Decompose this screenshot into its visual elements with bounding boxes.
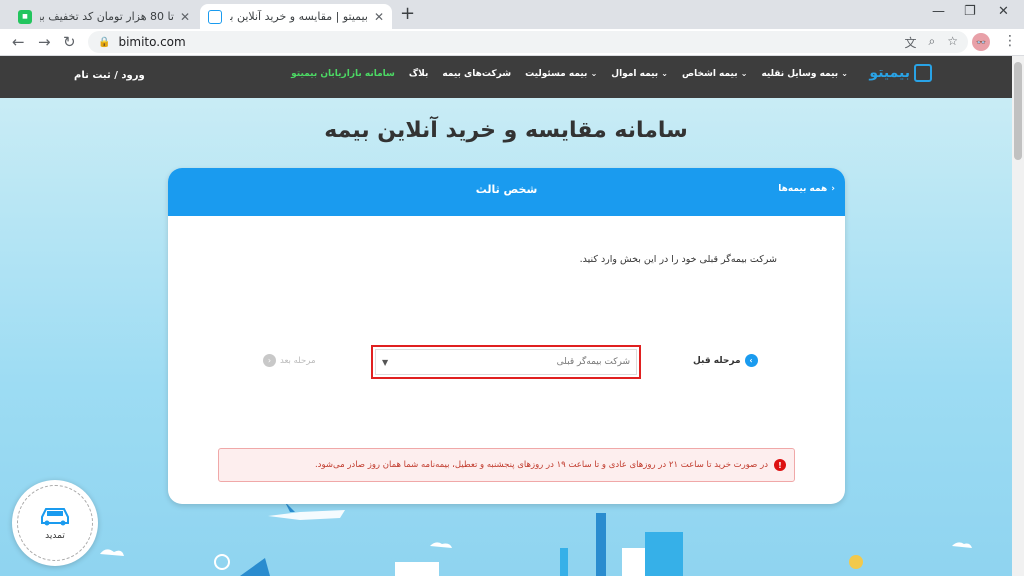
chevron-right-icon: ‹ <box>831 184 835 194</box>
nav-label: بیمه اموال <box>611 69 659 79</box>
logo-icon <box>914 64 932 82</box>
nav-label: بیمه وسایل نقلیه <box>761 69 839 79</box>
page-title: سامانه مقایسه و خرید آنلاین بیمه <box>324 118 688 143</box>
chevron-down-icon: ⌄ <box>661 69 668 78</box>
back-link-label: همه بیمه‌ها <box>778 184 828 194</box>
select-placeholder: شرکت بیمه‌گر قبلی <box>556 357 630 367</box>
chevron-right-circle-icon: › <box>744 354 758 367</box>
translate-icon[interactable]: 文 <box>904 34 916 51</box>
next-step-button[interactable]: مرحله بعد ‹ <box>263 354 316 367</box>
nav-personal-insurance[interactable]: بیمه اشخاص ⌄ <box>682 69 747 79</box>
lock-icon[interactable]: 🔒 <box>98 37 110 48</box>
nav-blog[interactable]: بلاگ <box>409 69 428 79</box>
nav-marketers[interactable]: سامانه بازاریابان بیمیتو <box>291 69 395 79</box>
chevron-left-circle-icon: ‹ <box>263 354 276 367</box>
nav-liability-insurance[interactable]: بیمه مسئولیت ⌄ <box>525 69 597 79</box>
card-header: شخص ثالث ‹ همه بیمه‌ها <box>168 168 845 216</box>
site-header: بیمیتو بیمه وسایل نقلیه ⌄ بیمه اشخاص ⌄ ب… <box>0 56 1012 98</box>
nav-label: بیمه مسئولیت <box>525 69 588 79</box>
previous-step-button[interactable]: › مرحله قبل <box>693 354 758 367</box>
close-tab-icon[interactable]: ✕ <box>374 10 384 24</box>
issuance-notice: ! در صورت خرید تا ساعت ۲۱ در روزهای عادی… <box>218 448 795 482</box>
nav-label: بیمه اشخاص <box>682 69 738 79</box>
page-content: سامانه مقایسه و خرید آنلاین بیمه شخص ثال… <box>0 98 1012 576</box>
logo-text: بیمیتو <box>869 65 910 81</box>
browser-tab-bar: ■ تا 80 هزار تومان کد تخفیف بیمیتو ب ✕ ب… <box>0 0 1024 29</box>
reload-icon[interactable]: ↻ <box>63 33 76 51</box>
bookmark-star-icon[interactable]: ☆ <box>947 34 958 51</box>
browser-toolbar: ← → ↻ 🔒 bimito.com 文 ⌕ ☆ <box>0 29 1024 56</box>
next-step-label: مرحله بعد <box>280 355 316 366</box>
window-close-icon[interactable]: ✕ <box>998 4 1009 19</box>
tab-favicon-icon: ■ <box>18 9 32 24</box>
chevron-down-icon: ⌄ <box>841 69 848 78</box>
address-bar[interactable]: 🔒 bimito.com 文 ⌕ ☆ <box>88 31 968 53</box>
renew-ring <box>17 485 93 561</box>
close-tab-icon[interactable]: ✕ <box>180 10 190 24</box>
nav-property-insurance[interactable]: بیمه اموال ⌄ <box>611 69 668 79</box>
main-nav: بیمه وسایل نقلیه ⌄ بیمه اشخاص ⌄ بیمه امو… <box>291 69 848 79</box>
insurance-form-card: شخص ثالث ‹ همه بیمه‌ها شرکت بیمه‌گر قبلی… <box>168 168 845 504</box>
alert-icon: ! <box>774 459 786 471</box>
site-logo[interactable]: بیمیتو <box>869 64 932 82</box>
new-tab-button[interactable]: + <box>400 4 415 24</box>
browser-tab-coupon[interactable]: ■ تا 80 هزار تومان کد تخفیف بیمیتو ب ✕ <box>10 4 198 29</box>
chevron-down-icon: ⌄ <box>590 69 598 78</box>
browser-tab-bimito[interactable]: بیمیتو | مقایسه و خرید آنلاین بیمه ✕ <box>200 4 392 29</box>
back-icon[interactable]: ← <box>12 33 25 51</box>
nav-insurance-companies[interactable]: شرکت‌های بیمه <box>442 69 511 79</box>
zoom-icon[interactable]: ⌕ <box>929 34 936 51</box>
previous-insurer-select[interactable]: ▼ شرکت بیمه‌گر قبلی <box>371 345 641 379</box>
page-scrollbar[interactable] <box>1012 56 1024 576</box>
minimize-icon[interactable]: — <box>932 4 945 19</box>
city-illustration <box>100 502 972 576</box>
previous-step-label: مرحله قبل <box>693 355 741 366</box>
forward-icon[interactable]: → <box>38 33 51 51</box>
tab-favicon-icon <box>208 9 222 24</box>
url-text: bimito.com <box>118 35 186 49</box>
all-insurances-link[interactable]: ‹ همه بیمه‌ها <box>778 184 835 194</box>
instruction-text: شرکت بیمه‌گر قبلی خود را در این بخش وارد… <box>579 254 777 265</box>
scrollbar-thumb[interactable] <box>1014 62 1022 160</box>
profile-avatar[interactable]: 👓 <box>972 33 990 51</box>
tab-title: بیمیتو | مقایسه و خرید آنلاین بیمه <box>230 10 368 23</box>
maximize-icon[interactable]: ❐ <box>964 4 976 19</box>
tab-title: تا 80 هزار تومان کد تخفیف بیمیتو ب <box>40 10 174 23</box>
card-title: شخص ثالث <box>475 183 538 196</box>
login-register-link[interactable]: ورود / ثبت نام <box>74 70 145 81</box>
nav-vehicle-insurance[interactable]: بیمه وسایل نقلیه ⌄ <box>761 69 848 79</box>
notice-text: در صورت خرید تا ساعت ۲۱ در روزهای عادی و… <box>314 460 768 470</box>
browser-menu-icon[interactable]: ⋮ <box>1003 33 1017 49</box>
renew-badge[interactable]: تمدید <box>12 480 98 566</box>
caret-down-icon[interactable]: ▼ <box>382 358 388 367</box>
chevron-down-icon: ⌄ <box>740 69 748 78</box>
